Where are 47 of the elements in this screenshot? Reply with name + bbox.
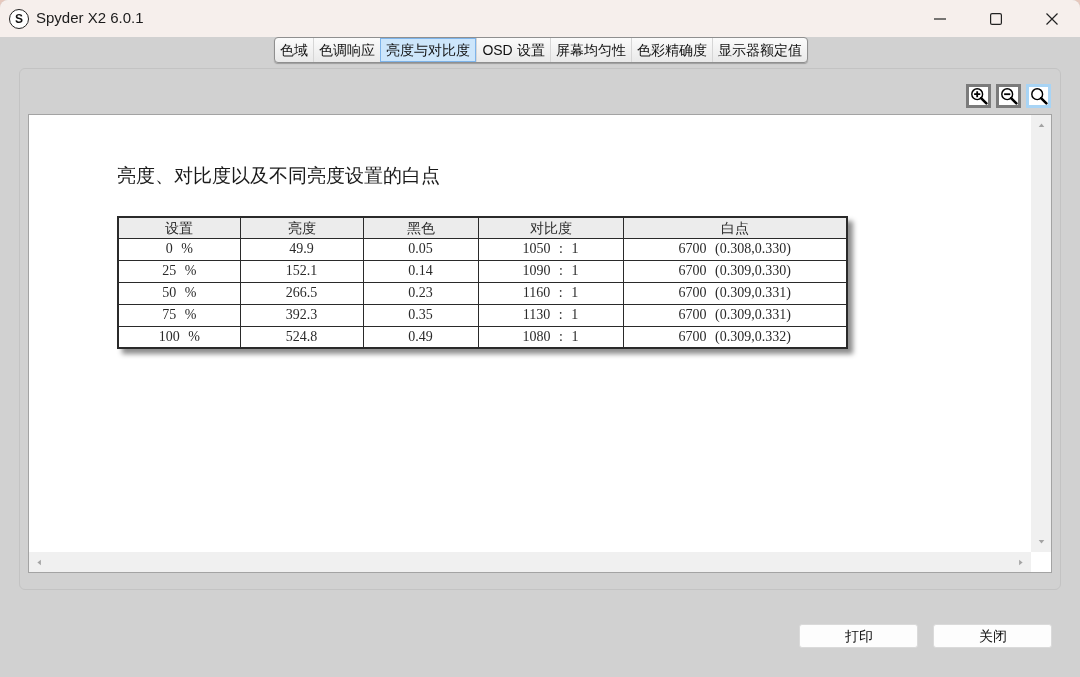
dialog-button[interactable]: 关闭 bbox=[933, 624, 1052, 648]
table-cell: 1130 : 1 bbox=[478, 304, 623, 326]
scroll-right-arrow-icon[interactable] bbox=[1017, 558, 1024, 566]
zoom-in-button[interactable] bbox=[966, 84, 991, 108]
table-cell: 152.1 bbox=[240, 260, 363, 282]
table-header-cell: 亮度 bbox=[240, 217, 363, 238]
horizontal-scrollbar[interactable] bbox=[29, 552, 1031, 572]
table-header-cell: 对比度 bbox=[478, 217, 623, 238]
vertical-scrollbar[interactable] bbox=[1031, 115, 1051, 552]
scroll-down-arrow-icon[interactable] bbox=[1037, 538, 1045, 545]
tab[interactable]: 色域 bbox=[275, 38, 314, 62]
magnifier-icon bbox=[1029, 87, 1048, 105]
table-cell: 0.35 bbox=[363, 304, 478, 326]
table-cell: 1160 : 1 bbox=[478, 282, 623, 304]
close-icon bbox=[1046, 12, 1058, 25]
table-cell: 49.9 bbox=[240, 238, 363, 260]
table-cell: 1090 : 1 bbox=[478, 260, 623, 282]
table-cell: 0 % bbox=[118, 238, 240, 260]
table-cell: 0.23 bbox=[363, 282, 478, 304]
scroll-up-arrow-icon[interactable] bbox=[1037, 122, 1045, 129]
table-cell: 392.3 bbox=[240, 304, 363, 326]
table-cell: 1050 : 1 bbox=[478, 238, 623, 260]
table-cell: 25 % bbox=[118, 260, 240, 282]
table-header-cell: 设置 bbox=[118, 217, 240, 238]
window-title: Spyder X2 6.0.1 bbox=[36, 8, 144, 29]
dialog-button[interactable]: 打印 bbox=[799, 624, 918, 648]
table-cell: 266.5 bbox=[240, 282, 363, 304]
zoom-out-button[interactable] bbox=[996, 84, 1021, 108]
magnifier-button[interactable] bbox=[1026, 84, 1051, 108]
zoom-in-icon bbox=[969, 87, 988, 105]
zoom-out-icon bbox=[999, 87, 1018, 105]
table-header-cell: 黑色 bbox=[363, 217, 478, 238]
tab[interactable]: 屏幕均匀性 bbox=[549, 38, 631, 62]
table-cell: 75 % bbox=[118, 304, 240, 326]
tab[interactable]: 亮度与对比度 bbox=[380, 38, 477, 62]
table-cell: 50 % bbox=[118, 282, 240, 304]
tab[interactable]: OSD 设置 bbox=[476, 38, 550, 62]
minimize-icon bbox=[934, 17, 946, 20]
table-header-cell: 白点 bbox=[623, 217, 847, 238]
app-logo: S bbox=[9, 8, 29, 29]
maximize-icon bbox=[990, 12, 1002, 25]
table-cell: 0.14 bbox=[363, 260, 478, 282]
tab[interactable]: 显示器额定值 bbox=[711, 38, 807, 62]
table-cell: 0.05 bbox=[363, 238, 478, 260]
report-title: 亮度、对比度以及不同亮度设置的白点 bbox=[117, 164, 441, 188]
tab[interactable]: 色彩精确度 bbox=[630, 38, 712, 62]
scroll-left-arrow-icon[interactable] bbox=[36, 558, 43, 566]
